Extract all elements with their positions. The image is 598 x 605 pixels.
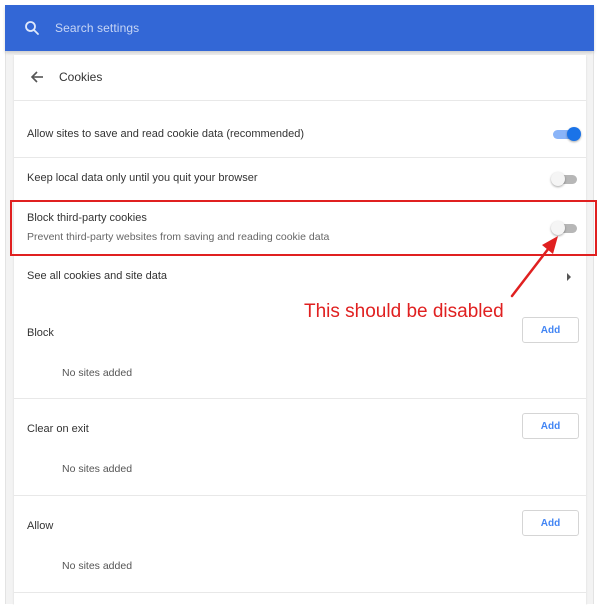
clear-on-exit-add-button[interactable]: Add — [522, 413, 579, 439]
allow-sites-row[interactable]: Allow sites to save and read cookie data… — [14, 111, 586, 157]
search-icon — [25, 21, 39, 35]
cookies-settings-card: Cookies Allow sites to save and read coo… — [14, 55, 586, 605]
clear-on-exit-empty-text: No sites added — [62, 463, 133, 475]
arrow-back-icon[interactable] — [29, 69, 45, 85]
annotation-text: This should be disabled — [304, 301, 504, 322]
divider — [14, 398, 586, 399]
divider — [14, 495, 586, 496]
allow-sites-toggle[interactable] — [551, 127, 581, 141]
see-all-cookies-row[interactable]: See all cookies and site data — [14, 256, 586, 296]
page-title: Cookies — [59, 70, 103, 84]
divider — [14, 592, 586, 593]
block-third-party-row[interactable]: Block third-party cookies Prevent third-… — [14, 202, 586, 254]
chevron-right-icon — [567, 273, 571, 281]
block-third-party-toggle[interactable] — [551, 221, 581, 235]
block-third-party-label: Block third-party cookies — [27, 212, 147, 224]
block-third-party-description: Prevent third-party websites from saving… — [27, 231, 330, 243]
search-bar[interactable]: Search settings — [5, 5, 594, 51]
see-all-cookies-label: See all cookies and site data — [27, 270, 168, 282]
allow-section-label: Allow — [27, 520, 54, 532]
page-header: Cookies — [14, 55, 586, 101]
keep-local-label: Keep local data only until you quit your… — [27, 172, 258, 184]
allow-empty-text: No sites added — [62, 560, 133, 572]
block-section-label: Block — [27, 327, 54, 339]
search-input[interactable]: Search settings — [55, 21, 139, 35]
block-add-button[interactable]: Add — [522, 317, 579, 343]
clear-on-exit-section-label: Clear on exit — [27, 423, 89, 435]
allow-sites-label: Allow sites to save and read cookie data… — [27, 128, 304, 140]
keep-local-row[interactable]: Keep local data only until you quit your… — [14, 158, 586, 200]
allow-add-button[interactable]: Add — [522, 510, 579, 536]
keep-local-toggle[interactable] — [551, 172, 581, 186]
block-empty-text: No sites added — [62, 367, 133, 379]
